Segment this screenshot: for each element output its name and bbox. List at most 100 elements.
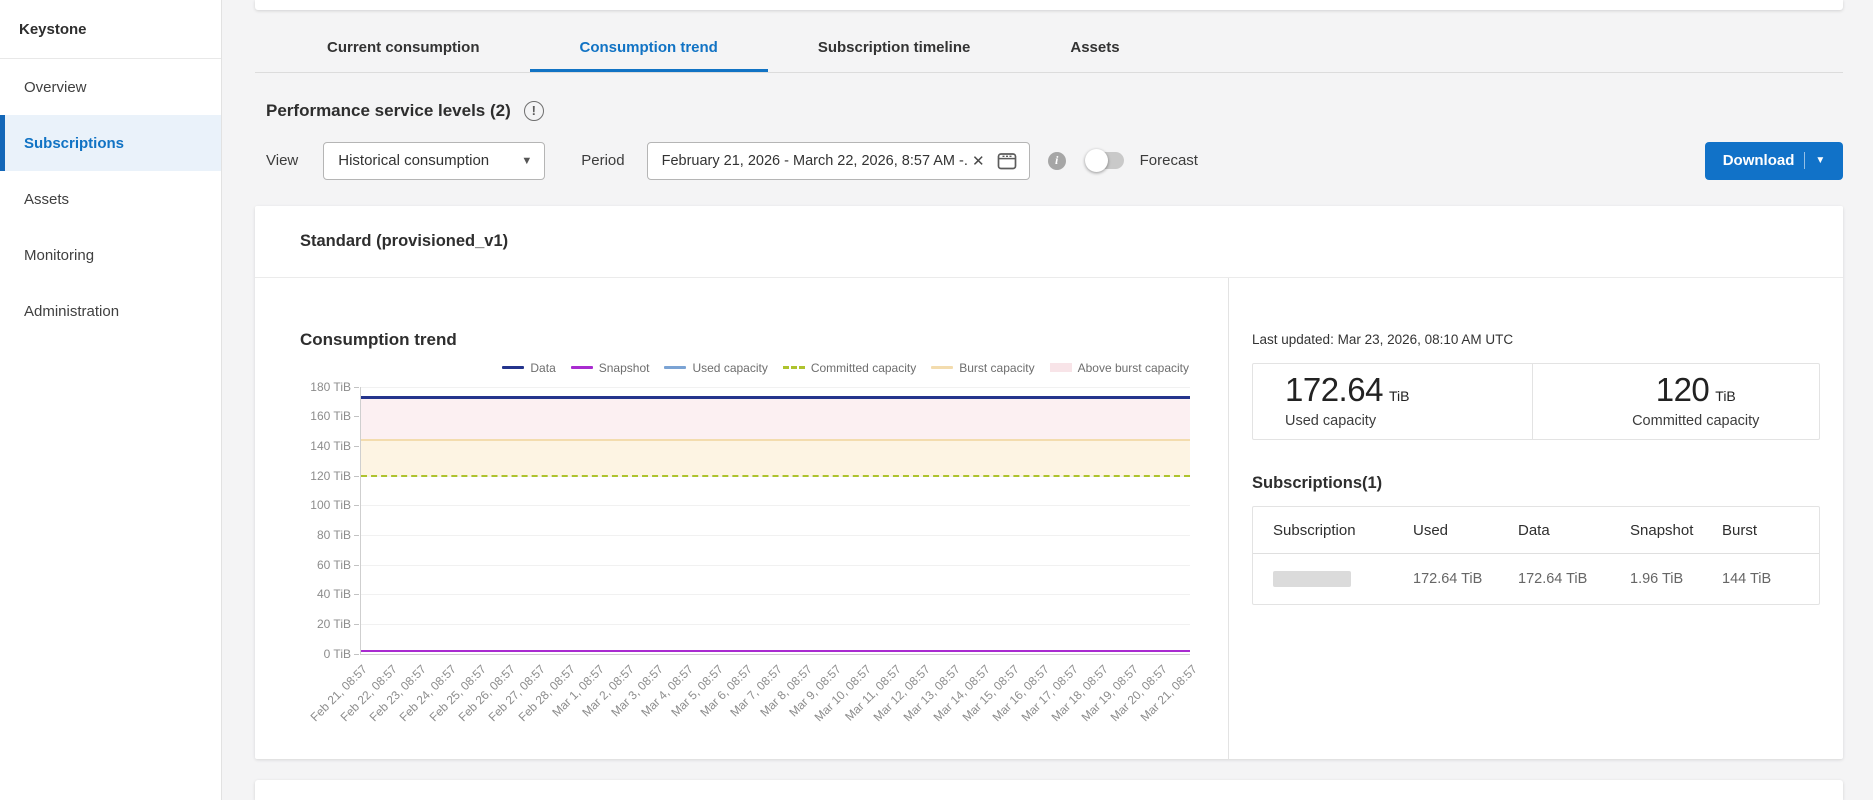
y-axis-tick: [354, 594, 359, 595]
tab-assets[interactable]: Assets: [1020, 28, 1169, 72]
data-line: [361, 396, 1190, 399]
chart-section: Consumption trend Data Snapshot Used capac…: [255, 278, 1229, 759]
sidebar-item-subscriptions[interactable]: Subscriptions: [0, 115, 221, 171]
forecast-toggle[interactable]: [1086, 152, 1124, 169]
gridline: [361, 624, 1190, 625]
legend-item-snapshot: Snapshot: [571, 361, 650, 375]
subscriptions-title: Subscriptions(1): [1252, 474, 1820, 493]
y-axis-tick: [354, 565, 359, 566]
used-cell: 172.64 TiB: [1393, 554, 1498, 604]
y-axis-label: 20 TiB: [317, 617, 351, 631]
legend-item-above-burst-capacity: Above burst capacity: [1050, 361, 1189, 375]
above-burst-zone-band: [361, 398, 1190, 440]
summary-panel: Last updated: Mar 23, 2026, 08:10 AM UTC…: [1229, 278, 1843, 759]
page-title: Performance service levels (2): [266, 101, 511, 121]
sidebar-item-overview[interactable]: Overview: [0, 59, 221, 115]
y-axis-tick: [354, 624, 359, 625]
previous-card-edge: [255, 0, 1843, 10]
y-axis-label: 160 TiB: [310, 409, 351, 423]
next-card-edge: [255, 780, 1843, 800]
gridline: [361, 535, 1190, 536]
data-cell: 172.64 TiB: [1498, 554, 1610, 604]
tab-current-consumption[interactable]: Current consumption: [277, 28, 530, 72]
snapshot-line: [361, 650, 1190, 653]
col-subscription: Subscription: [1253, 507, 1393, 554]
y-axis-label: 180 TiB: [310, 380, 351, 394]
legend-label: Above burst capacity: [1078, 361, 1189, 375]
download-label: Download: [1723, 152, 1795, 169]
legend-item-burst-capacity: Burst capacity: [931, 361, 1034, 375]
used-capacity-stat: 172.64TiB Used capacity: [1253, 364, 1532, 439]
legend-swatch: [571, 366, 593, 369]
heading-row: Performance service levels (2) !: [266, 99, 1843, 123]
last-updated-text: Last updated: Mar 23, 2026, 08:10 AM UTC: [1252, 332, 1820, 347]
gridline: [361, 565, 1190, 566]
toolbar: View Historical consumption ▼ Period Feb…: [266, 142, 1843, 180]
sidebar-item-assets[interactable]: Assets: [0, 171, 221, 227]
committed-capacity-value: 120: [1656, 371, 1710, 408]
y-axis-tick: [354, 505, 359, 506]
plot-area: 0 TiB20 TiB40 TiB60 TiB80 TiB100 TiB120 …: [360, 387, 1190, 655]
chart-legend: Data Snapshot Used capacity Committed capac…: [300, 360, 1189, 376]
period-value: February 21, 2026 - March 22, 2026, 8:57…: [662, 153, 968, 169]
legend-label: Snapshot: [599, 361, 650, 375]
burst-capacity-line: [361, 439, 1190, 441]
subscriptions-table: Subscription Used Data Snapshot Burst: [1253, 507, 1819, 604]
col-burst: Burst: [1702, 507, 1819, 554]
toggle-knob: [1085, 149, 1108, 172]
period-input[interactable]: February 21, 2026 - March 22, 2026, 8:57…: [647, 142, 1030, 180]
legend-swatch: [664, 366, 686, 369]
capacity-stats-card: 172.64TiB Used capacity 120TiB Committed…: [1252, 363, 1820, 440]
y-axis-tick: [354, 416, 359, 417]
view-select[interactable]: Historical consumption ▼: [323, 142, 545, 180]
legend-swatch: [783, 366, 805, 369]
chart-title: Consumption trend: [300, 330, 1189, 350]
col-snapshot: Snapshot: [1610, 507, 1702, 554]
clear-icon[interactable]: ✕: [968, 152, 989, 170]
snapshot-cell: 1.96 TiB: [1610, 554, 1702, 604]
y-axis-label: 80 TiB: [317, 528, 351, 542]
y-axis-tick: [354, 446, 359, 447]
legend-label: Burst capacity: [959, 361, 1034, 375]
download-button[interactable]: Download ▼: [1705, 142, 1843, 180]
forecast-label: Forecast: [1140, 152, 1198, 169]
sidebar-item-administration[interactable]: Administration: [0, 283, 221, 339]
period-info-icon[interactable]: i: [1048, 152, 1066, 170]
legend-label: Committed capacity: [811, 361, 916, 375]
gridline: [361, 505, 1190, 506]
tab-subscription-timeline[interactable]: Subscription timeline: [768, 28, 1021, 72]
service-level-title: Standard (provisioned_v1): [255, 206, 1843, 278]
calendar-icon[interactable]: [997, 151, 1017, 170]
y-axis-tick: [354, 535, 359, 536]
table-row: 172.64 TiB 172.64 TiB 1.96 TiB 144 TiB: [1253, 554, 1819, 604]
sidebar-brand: Keystone: [0, 0, 221, 59]
legend-item-data: Data: [502, 361, 555, 375]
burst-cell: 144 TiB: [1702, 554, 1819, 604]
committed-capacity-line: [361, 475, 1190, 477]
committed-capacity-stat: 120TiB Committed capacity: [1532, 364, 1820, 439]
legend-swatch: [1050, 363, 1072, 372]
y-axis-label: 0 TiB: [324, 647, 351, 661]
button-divider: [1804, 152, 1805, 169]
y-axis-label: 60 TiB: [317, 558, 351, 572]
committed-capacity-label: Committed capacity: [1573, 413, 1820, 429]
subscription-name-cell: [1253, 554, 1393, 604]
col-data: Data: [1498, 507, 1610, 554]
view-label: View: [266, 152, 298, 169]
used-capacity-value: 172.64: [1285, 371, 1383, 408]
keystone-subscriptions-page: Keystone Overview Subscriptions Assets M…: [0, 0, 1873, 800]
download-caret-icon[interactable]: ▼: [1815, 155, 1825, 166]
y-axis-label: 40 TiB: [317, 587, 351, 601]
tab-consumption-trend[interactable]: Consumption trend: [530, 28, 768, 72]
sidebar: Keystone Overview Subscriptions Assets M…: [0, 0, 222, 800]
alert-info-icon[interactable]: !: [524, 101, 544, 121]
burst-zone-band: [361, 440, 1190, 476]
sidebar-item-monitoring[interactable]: Monitoring: [0, 227, 221, 283]
x-axis-labels: Feb 21, 08:57Feb 22, 08:57Feb 23, 08:57F…: [360, 655, 1190, 747]
redacted-subscription-name: [1273, 571, 1351, 587]
used-capacity-label: Used capacity: [1285, 413, 1532, 429]
legend-item-used-capacity: Used capacity: [664, 361, 767, 375]
service-level-card: Standard (provisioned_v1) Consumption tr…: [255, 206, 1843, 759]
y-axis-tick: [354, 476, 359, 477]
y-axis-tick: [354, 654, 359, 655]
